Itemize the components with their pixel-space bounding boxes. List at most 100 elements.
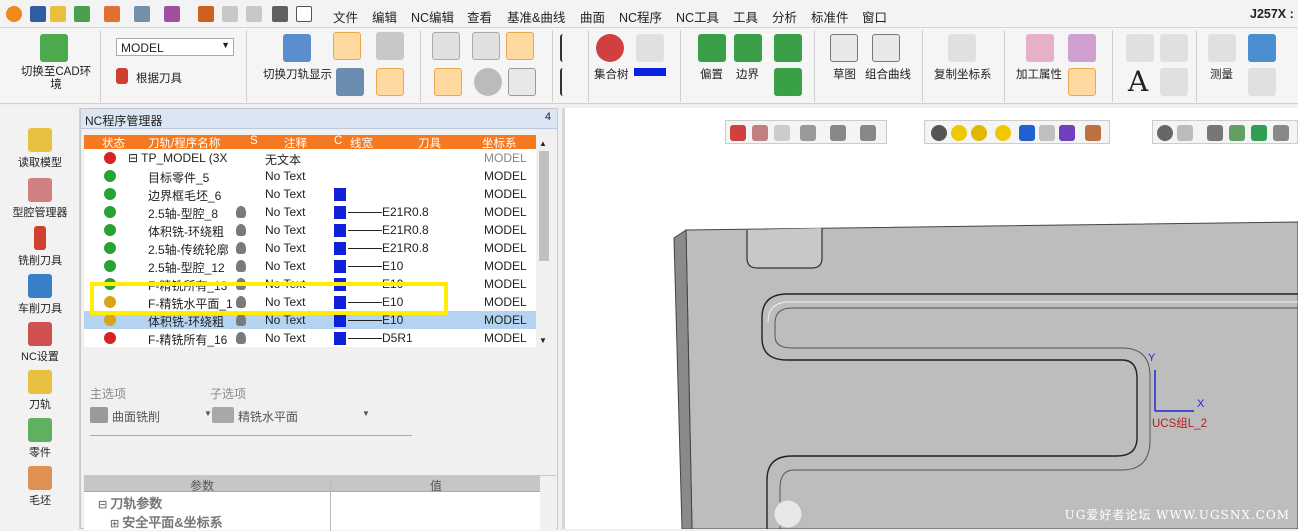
bulb-icon[interactable] — [236, 314, 246, 326]
table-icon[interactable] — [1160, 68, 1188, 96]
hatch-icon[interactable] — [1160, 34, 1188, 62]
boundary-button[interactable]: 边界 — [736, 66, 759, 82]
redo-icon[interactable] — [246, 6, 262, 22]
export-icon[interactable] — [508, 68, 536, 96]
col-s[interactable]: S — [250, 135, 258, 147]
window-icon[interactable] — [296, 6, 312, 22]
part-model[interactable] — [562, 108, 1298, 529]
tree-button[interactable]: 集合树 — [594, 66, 629, 82]
stock-icon[interactable] — [376, 68, 404, 96]
row-name[interactable]: F-精铣所有_16 — [148, 331, 227, 348]
bulb-icon[interactable] — [236, 332, 246, 344]
app-logo-icon[interactable] — [6, 6, 22, 22]
combo-curve-button[interactable]: 组合曲线 — [865, 66, 911, 82]
repeat-icon[interactable] — [272, 6, 288, 22]
menu-window[interactable]: 窗口 — [862, 7, 887, 26]
menu-tools[interactable]: 工具 — [733, 7, 758, 26]
offset-button[interactable]: 偏置 — [700, 66, 723, 82]
tool-bulb-icon[interactable] — [1068, 68, 1096, 96]
menu-nc-edit[interactable]: NC编辑 — [411, 7, 454, 26]
table-row[interactable]: 目标零件_5 No Text MODEL — [84, 167, 536, 185]
offset-icon[interactable] — [698, 34, 726, 62]
list-icon[interactable] — [432, 32, 460, 60]
report-icon[interactable] — [434, 68, 462, 96]
tool-attr-icon[interactable] — [1068, 34, 1096, 62]
bulb-icon[interactable] — [236, 260, 246, 272]
chevron-up-icon[interactable]: ▲ — [539, 139, 547, 148]
color-swatch[interactable] — [334, 332, 346, 345]
ruler-icon[interactable] — [1208, 34, 1236, 62]
menu-standard-parts[interactable]: 标准件 — [811, 7, 849, 26]
info-icon[interactable] — [474, 68, 502, 96]
row-name[interactable]: 体积铣-环绕粗 — [148, 313, 224, 330]
table-row[interactable]: 2.5轴-传统轮廓 No Text E21R0.8 MODEL — [84, 239, 536, 257]
scroll-thumb[interactable] — [539, 151, 549, 261]
main-option-select[interactable]: 曲面铣削 ▼ — [90, 405, 212, 425]
row-name[interactable]: 2.5轴-型腔_8 — [148, 205, 218, 222]
color-swatch[interactable] — [334, 206, 346, 219]
measure-tool-icon[interactable] — [104, 6, 120, 22]
cavity-manager-button[interactable]: 型腔管理器 — [0, 178, 80, 220]
toolpath-icon[interactable] — [198, 6, 214, 22]
mill-tool-button[interactable]: 铣削刀具 — [0, 226, 80, 268]
menu-surface[interactable]: 曲面 — [580, 7, 605, 26]
machining-attr-icon[interactable] — [1026, 34, 1054, 62]
list-scrollbar[interactable]: ▲ ▼ — [536, 135, 552, 347]
menu-view[interactable]: 查看 — [467, 7, 492, 26]
row-name[interactable]: ⊟ TP_MODEL (3X — [128, 151, 227, 165]
path-display-icon[interactable] — [283, 34, 311, 62]
menu-file[interactable]: 文件 — [333, 7, 358, 26]
switch-path-button[interactable]: 切换刀轨显示 — [263, 66, 332, 82]
menu-nc-tools[interactable]: NC工具 — [676, 7, 719, 26]
color-swatch[interactable] — [334, 260, 346, 273]
copy-coords-button[interactable]: 复制坐标系 — [934, 66, 992, 82]
menu-nc-program[interactable]: NC程序 — [619, 7, 662, 26]
col-c[interactable]: C — [334, 135, 342, 147]
extend-surface-icon[interactable] — [774, 68, 802, 96]
machining-attr-button[interactable]: 加工属性 — [1016, 66, 1062, 82]
stock-button[interactable]: 毛坯 — [0, 466, 80, 508]
by-tool-button[interactable]: 根据刀具 — [136, 70, 182, 86]
pin-icon[interactable]: 4 — [545, 111, 551, 123]
table-row[interactable]: 2.5轴-型腔_12 No Text E10 MODEL — [84, 257, 536, 275]
param-sub-row[interactable]: ⊞ 安全平面&坐标系 — [110, 512, 223, 531]
bulb-icon[interactable] — [236, 206, 246, 218]
collapse-icon[interactable]: ⊟ — [98, 499, 110, 511]
color-icon[interactable] — [164, 6, 180, 22]
part-button[interactable]: 零件 — [0, 418, 80, 460]
color-swatch[interactable] — [334, 314, 346, 327]
color-swatch[interactable] — [334, 242, 346, 255]
turn-tool-button[interactable]: 车削刀具 — [0, 274, 80, 316]
save-icon[interactable] — [30, 6, 46, 22]
surface-icon[interactable] — [774, 34, 802, 62]
3d-viewport[interactable]: Y X UCS组L_2 UG爱好者论坛 WWW.UGSNX.COM — [562, 108, 1298, 529]
color-swatch[interactable] — [334, 224, 346, 237]
color-swatch[interactable] — [334, 188, 346, 201]
row-name[interactable]: 体积铣-环绕粗 — [148, 223, 224, 240]
bulb-icon[interactable] — [236, 224, 246, 236]
table-row[interactable]: 2.5轴-型腔_8 No Text E21R0.8 MODEL — [84, 203, 536, 221]
menu-datum-curve[interactable]: 基准&曲线 — [507, 7, 565, 26]
model-select[interactable]: MODEL ▼ — [116, 38, 234, 56]
nc-settings-button[interactable]: NC设置 — [0, 322, 80, 364]
table-row[interactable]: 体积铣-环绕粗 No Text E21R0.8 MODEL — [84, 221, 536, 239]
tool-display-icon[interactable] — [333, 32, 361, 60]
chevron-down-icon[interactable]: ▼ — [539, 336, 547, 345]
row-name[interactable]: 2.5轴-型腔_12 — [148, 259, 225, 276]
help-icon[interactable] — [472, 32, 500, 60]
boundary-icon[interactable] — [734, 34, 762, 62]
undo-icon[interactable] — [222, 6, 238, 22]
switch-cad-button[interactable]: 切换至CAD环境 — [20, 66, 92, 92]
bulb-icon[interactable] — [236, 242, 246, 254]
shade-icon[interactable] — [376, 32, 404, 60]
toolpath-button[interactable]: 刀轨 — [0, 370, 80, 412]
dimension-icon[interactable] — [1126, 34, 1154, 62]
menu-analysis[interactable]: 分析 — [772, 7, 797, 26]
measure-button[interactable]: 测量 — [1210, 66, 1233, 82]
table-row[interactable]: ⊟ TP_MODEL (3X 无文本 MODEL — [84, 149, 536, 167]
row-name[interactable]: 2.5轴-传统轮廓 — [148, 241, 229, 258]
cad-env-icon[interactable] — [40, 34, 68, 62]
analysis-icon[interactable] — [1248, 68, 1276, 96]
table-row[interactable]: F-精铣所有_16 No Text D5R1 MODEL — [84, 329, 536, 347]
sketch-icon[interactable] — [830, 34, 858, 62]
